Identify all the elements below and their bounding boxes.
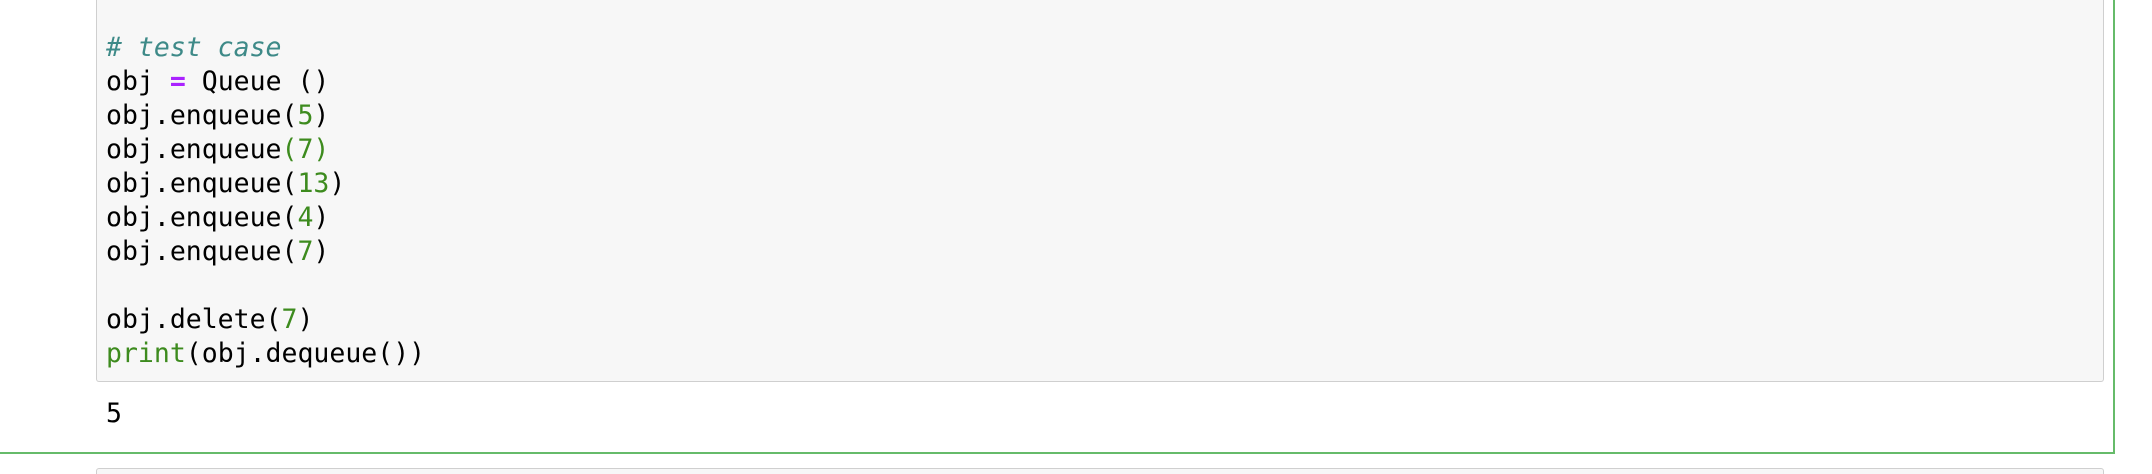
- code-text: obj: [106, 66, 170, 97]
- code-number: 13: [297, 168, 330, 199]
- code-editor[interactable]: # test case obj = Queue () obj.enqueue(5) o…: [106, 31, 425, 371]
- code-line: # test case: [106, 31, 425, 65]
- code-operator: =: [169, 66, 186, 97]
- code-text: obj.delete(: [106, 304, 282, 335]
- code-number: 7: [297, 236, 314, 267]
- code-builtin: print: [106, 338, 186, 369]
- code-line: obj.enqueue(5): [106, 99, 425, 133]
- code-text: ): [313, 236, 330, 267]
- code-text: obj.enqueue(: [106, 202, 298, 233]
- code-text: obj.enqueue: [106, 134, 282, 165]
- code-text: ): [329, 168, 346, 199]
- code-text: Queue (): [185, 66, 330, 97]
- code-text: ): [313, 100, 330, 131]
- code-line: obj = Queue (): [106, 65, 425, 99]
- code-text: (obj.dequeue()): [185, 338, 426, 369]
- code-number: 7: [281, 304, 298, 335]
- code-line: obj.delete(7): [106, 303, 425, 337]
- code-text: obj.enqueue(: [106, 168, 298, 199]
- code-line: obj.enqueue(7): [106, 133, 425, 167]
- code-line: obj.enqueue(7): [106, 235, 425, 269]
- code-line: obj.enqueue(13): [106, 167, 425, 201]
- code-number: 5: [297, 100, 314, 131]
- code-text: ): [297, 304, 314, 335]
- next-code-cell[interactable]: [96, 468, 2104, 474]
- code-text: ): [313, 202, 330, 233]
- cell-output: 5: [106, 398, 122, 429]
- code-comment: # test case: [106, 32, 282, 63]
- code-number: (7): [281, 134, 330, 165]
- code-number: 4: [297, 202, 314, 233]
- code-text: obj.enqueue(: [106, 100, 298, 131]
- code-line: obj.enqueue(4): [106, 201, 425, 235]
- code-line: print(obj.dequeue()): [106, 337, 425, 371]
- code-text: obj.enqueue(: [106, 236, 298, 267]
